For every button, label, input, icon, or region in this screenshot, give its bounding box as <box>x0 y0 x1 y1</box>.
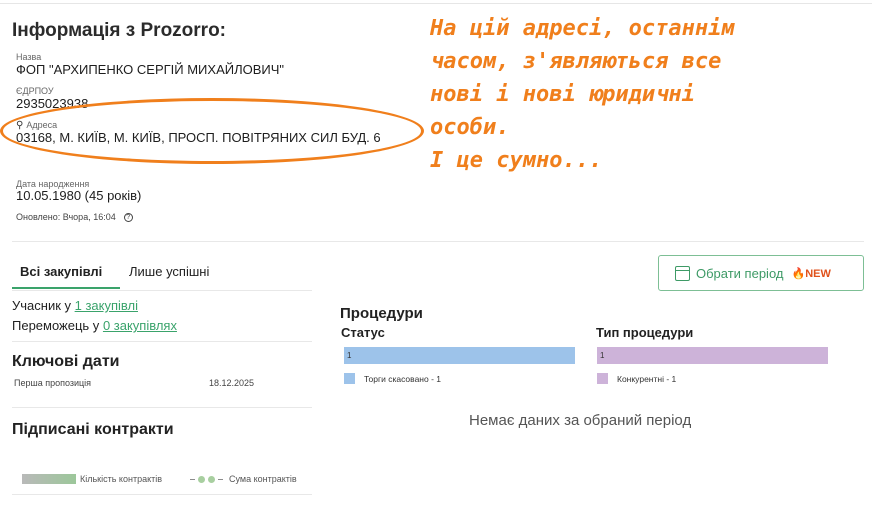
key-dates-title: Ключові дати <box>12 353 120 370</box>
annotation-text: На цій адресі, останнім часом, з'являють… <box>430 16 735 173</box>
winner-link[interactable]: 0 закупівлях <box>103 318 177 333</box>
sum-legend-label: Сума контрактів <box>229 474 297 484</box>
winner-prefix: Переможець у <box>12 318 103 333</box>
winner-line: Переможець у 0 закупівлях <box>12 318 177 333</box>
updated-text: Оновлено: Вчора, 16:04 <box>16 212 116 222</box>
divider <box>12 241 864 242</box>
fire-icon: 🔥 <box>791 267 806 280</box>
no-data-message: Немає даних за обраний період <box>469 412 692 429</box>
status-legend-label: Торги скасовано - 1 <box>364 373 441 384</box>
updated-row: Оновлено: Вчора, 16:04 ? <box>16 212 133 222</box>
highlight-ellipse <box>0 98 424 164</box>
name-label: Назва <box>16 52 42 62</box>
procedure-type-legend: Конкурентні - 1 <box>597 373 676 384</box>
tab-all-purchases[interactable]: Всі закупівлі <box>12 263 120 289</box>
procedure-type-legend-label: Конкурентні - 1 <box>617 373 677 384</box>
first-offer-value: 18.12.2025 <box>209 378 255 388</box>
status-legend: Торги скасовано - 1 <box>344 373 441 384</box>
divider <box>12 290 312 291</box>
help-icon[interactable]: ? <box>123 212 133 222</box>
status-legend-swatch <box>344 373 355 384</box>
participant-prefix: Учасник у <box>12 298 75 313</box>
first-offer-label: Перша пропозиція <box>14 378 92 388</box>
divider <box>12 494 312 495</box>
contracts-legend: Кількість контрактів Сума контрактів <box>22 474 297 484</box>
procedure-type-title: Тип процедури <box>596 325 694 340</box>
divider <box>12 341 312 342</box>
status-bar[interactable]: 1 <box>344 347 575 364</box>
divider <box>12 407 312 408</box>
sum-swatch <box>190 475 224 483</box>
count-legend-label: Кількість контрактів <box>80 474 163 484</box>
tab-successful-only[interactable]: Лише успішні <box>129 263 209 279</box>
count-swatch <box>22 474 76 484</box>
procedures-title: Процедури <box>340 305 423 322</box>
contracts-title: Підписані контракти <box>12 421 174 438</box>
participant-line: Учасник у 1 закупівлі <box>12 298 138 313</box>
procedure-type-bar[interactable]: 1 <box>597 347 828 364</box>
new-badge-label: NEW <box>805 267 831 280</box>
procedure-type-legend-swatch <box>597 373 608 384</box>
name-value: ФОП "АРХИПЕНКО СЕРГІЙ МИХАЙЛОВИЧ" <box>16 62 285 77</box>
status-title: Статус <box>341 325 385 340</box>
new-badge: 🔥NEW <box>791 267 830 280</box>
edrpou-label: ЄДРПОУ <box>16 86 54 96</box>
top-border <box>0 3 872 4</box>
select-period-button[interactable]: Обрати період 🔥NEW <box>658 255 864 291</box>
period-button-label: Обрати період <box>696 265 784 281</box>
birth-value: 10.05.1980 (45 років) <box>16 188 142 203</box>
participant-link[interactable]: 1 закупівлі <box>75 298 138 313</box>
calendar-icon <box>675 265 690 281</box>
page-title: Інформація з Prozorro: <box>12 20 227 41</box>
